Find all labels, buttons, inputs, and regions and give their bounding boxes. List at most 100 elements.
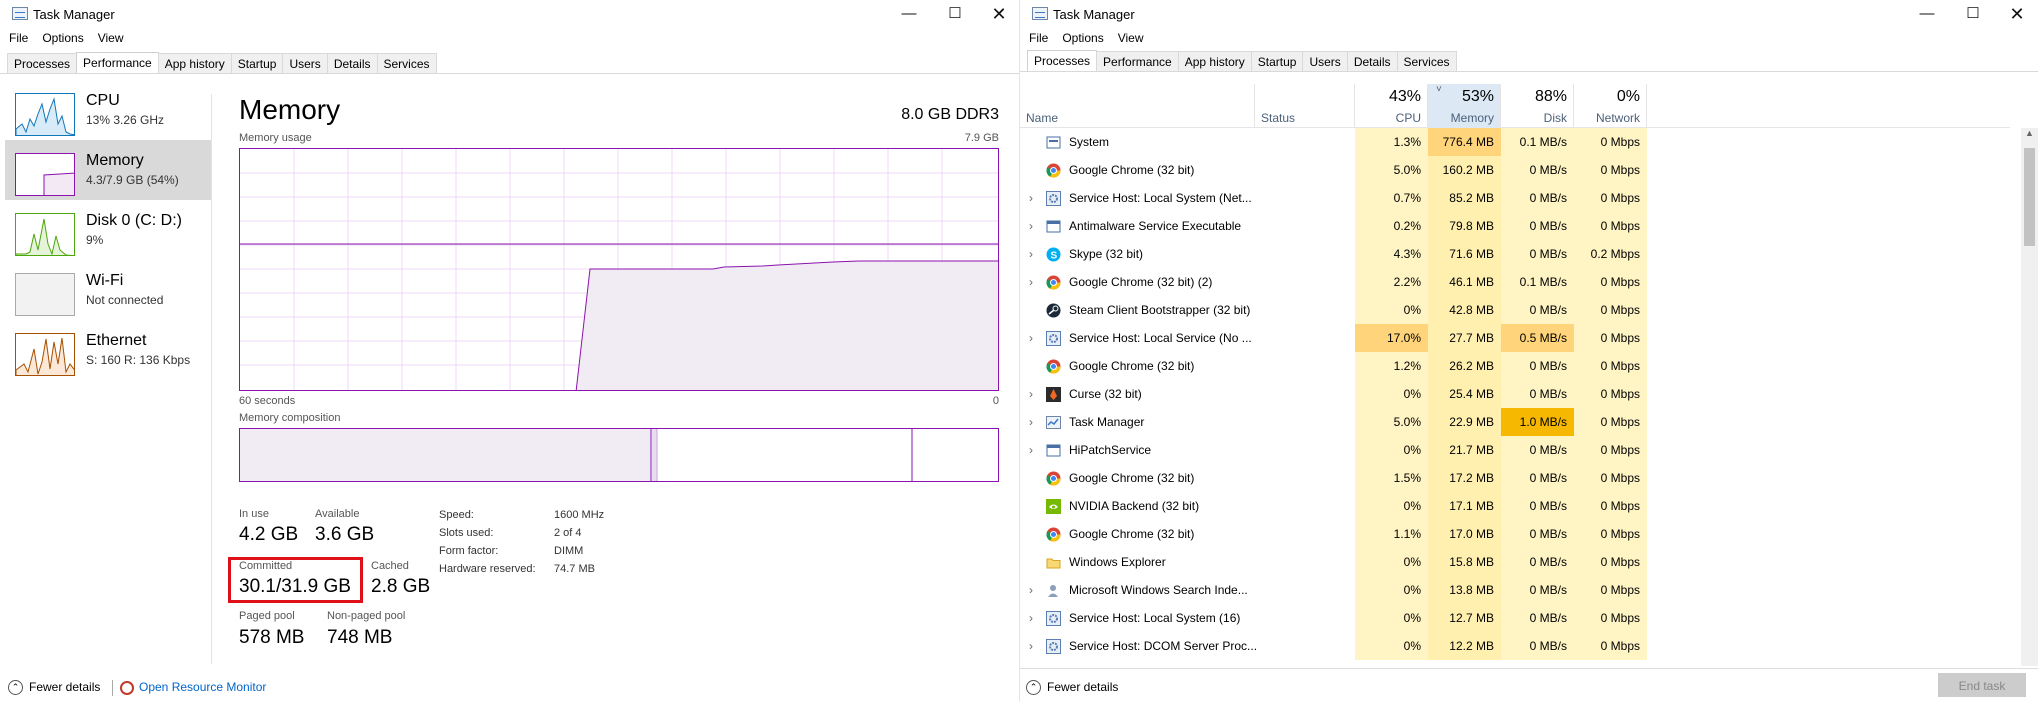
expand-chevron-icon[interactable]: › bbox=[1029, 240, 1033, 268]
process-memory: 160.2 MB bbox=[1428, 156, 1501, 184]
window-title: Task Manager bbox=[33, 7, 115, 22]
table-row[interactable]: Steam Client Bootstrapper (32 bit) 0% 42.8… bbox=[1020, 296, 2010, 324]
sidebar-item-memory[interactable]: Memory 4.3/7.9 GB (54%) bbox=[5, 140, 211, 200]
menu-view[interactable]: View bbox=[91, 28, 131, 45]
menu-file[interactable]: File bbox=[1020, 28, 1055, 45]
process-cpu: 5.0% bbox=[1355, 408, 1428, 436]
taskmgr-icon bbox=[1046, 415, 1061, 430]
column-network[interactable]: 0% Network bbox=[1574, 84, 1647, 128]
open-resource-monitor-link[interactable]: Open Resource Monitor bbox=[120, 680, 266, 695]
title-bar[interactable]: Task Manager — ☐ ✕ bbox=[0, 0, 1019, 28]
expand-chevron-icon[interactable]: › bbox=[1029, 184, 1033, 212]
chrome-icon bbox=[1046, 163, 1061, 178]
end-task-button[interactable]: End task bbox=[1938, 673, 2026, 697]
tab-users[interactable]: Users bbox=[282, 53, 328, 73]
tab-services[interactable]: Services bbox=[1396, 51, 1457, 71]
table-row[interactable]: Google Chrome (32 bit) 1.1% 17.0 MB 0 MB/s 0… bbox=[1020, 520, 2010, 548]
table-row[interactable]: Windows Explorer 0% 15.8 MB 0 MB/s 0 Mbps bbox=[1020, 548, 2010, 576]
menu-view[interactable]: View bbox=[1111, 28, 1151, 45]
tab-processes[interactable]: Processes bbox=[1027, 50, 1098, 71]
sidebar-item-ethernet[interactable]: Ethernet S: 160 R: 136 Kbps bbox=[5, 320, 211, 380]
process-memory: 46.1 MB bbox=[1428, 268, 1501, 296]
vertical-scrollbar[interactable]: ▲ bbox=[2021, 128, 2038, 666]
tab-app-history[interactable]: App history bbox=[1177, 51, 1252, 71]
column-cpu[interactable]: 43% CPU bbox=[1355, 84, 1428, 128]
tab-processes[interactable]: Processes bbox=[7, 53, 78, 73]
process-disk: 0 MB/s bbox=[1501, 296, 1574, 324]
footer: ⌃ Fewer details Open Resource Monitor bbox=[0, 668, 1019, 702]
tab-app-history[interactable]: App history bbox=[157, 53, 232, 73]
column-status[interactable]: Status bbox=[1255, 84, 1355, 128]
cached-value: 2.8 GB bbox=[371, 576, 431, 597]
expand-chevron-icon[interactable]: › bbox=[1029, 380, 1033, 408]
title-bar[interactable]: Task Manager — ☐ ✕ bbox=[1020, 0, 2038, 28]
table-row[interactable]: Google Chrome (32 bit) 5.0% 160.2 MB 0 MB/s… bbox=[1020, 156, 2010, 184]
menu-options[interactable]: Options bbox=[35, 28, 90, 45]
process-cpu: 0.7% bbox=[1355, 184, 1428, 212]
window-icon bbox=[1046, 219, 1061, 234]
tab-startup[interactable]: Startup bbox=[1250, 51, 1304, 71]
fewer-details-button[interactable]: ⌃ Fewer details bbox=[1026, 680, 1118, 696]
table-row[interactable]: › Task Manager 5.0% 22.9 MB 1.0 MB/s 0 Mbps bbox=[1020, 408, 2010, 436]
expand-chevron-icon[interactable]: › bbox=[1029, 212, 1033, 240]
curse-icon bbox=[1046, 387, 1061, 402]
tab-details[interactable]: Details bbox=[1346, 51, 1398, 71]
fewer-details-button[interactable]: ⌃ Fewer details bbox=[8, 680, 100, 696]
table-row[interactable]: System 1.3% 776.4 MB 0.1 MB/s 0 Mbps bbox=[1020, 128, 2010, 156]
menu-file[interactable]: File bbox=[0, 28, 35, 45]
column-memory[interactable]: ˅ 53% Memory bbox=[1428, 84, 1501, 128]
expand-chevron-icon[interactable]: › bbox=[1029, 436, 1033, 464]
sidebar-item-wifi[interactable]: Wi-Fi Not connected bbox=[5, 260, 211, 320]
scroll-up-icon[interactable]: ▲ bbox=[2025, 128, 2034, 138]
resource-monitor-icon bbox=[120, 680, 134, 695]
column-disk[interactable]: 88% Disk bbox=[1501, 84, 1574, 128]
process-memory: 17.2 MB bbox=[1428, 464, 1501, 492]
minimize-button[interactable]: — bbox=[1904, 0, 1950, 28]
table-row[interactable]: NVIDIA Backend (32 bit) 0% 17.1 MB 0 MB/s 0 … bbox=[1020, 492, 2010, 520]
menu-options[interactable]: Options bbox=[1055, 28, 1110, 45]
close-button[interactable]: ✕ bbox=[1994, 0, 2038, 28]
process-memory: 15.8 MB bbox=[1428, 548, 1501, 576]
table-row[interactable]: › HiPatchService 0% 21.7 MB 0 MB/s 0 Mbps bbox=[1020, 436, 2010, 464]
expand-chevron-icon[interactable]: › bbox=[1029, 632, 1033, 660]
table-row[interactable]: Google Chrome (32 bit) 1.5% 17.2 MB 0 MB/s 0… bbox=[1020, 464, 2010, 492]
process-name: System bbox=[1069, 135, 1110, 149]
maximize-button[interactable]: ☐ bbox=[932, 0, 978, 28]
process-disk: 0.1 MB/s bbox=[1501, 128, 1574, 156]
expand-chevron-icon[interactable]: › bbox=[1029, 576, 1033, 604]
expand-chevron-icon[interactable]: › bbox=[1029, 268, 1033, 296]
table-row[interactable]: › Google Chrome (32 bit) (2) 2.2% 46.1 MB 0.… bbox=[1020, 268, 2010, 296]
process-name: Skype (32 bit) bbox=[1069, 247, 1144, 261]
tab-users[interactable]: Users bbox=[1302, 51, 1348, 71]
process-memory: 25.4 MB bbox=[1428, 380, 1501, 408]
tab-strip: Processes Performance App history Startup Us… bbox=[1027, 50, 1457, 71]
column-name[interactable]: Name bbox=[1020, 84, 1255, 128]
maximize-button[interactable]: ☐ bbox=[1950, 0, 1996, 28]
process-memory: 79.8 MB bbox=[1428, 212, 1501, 240]
table-row[interactable]: › Service Host: Local System (Net... 0.7% 8… bbox=[1020, 184, 2010, 212]
expand-chevron-icon[interactable]: › bbox=[1029, 408, 1033, 436]
expand-chevron-icon[interactable]: › bbox=[1029, 324, 1033, 352]
table-row[interactable]: › Service Host: DCOM Server Proc... 0% 12.2… bbox=[1020, 632, 2010, 660]
table-row[interactable]: › Service Host: Local System (16) 0% 12.7 M… bbox=[1020, 604, 2010, 632]
table-row[interactable]: › S Skype (32 bit) 4.3% 71.6 MB 0 MB/s 0.2 Mbp… bbox=[1020, 240, 2010, 268]
sidebar-item-cpu[interactable]: CPU 13% 3.26 GHz bbox=[5, 80, 211, 140]
tab-performance[interactable]: Performance bbox=[1096, 51, 1179, 71]
table-row[interactable]: › Antimalware Service Executable 0.2% 79.8 … bbox=[1020, 212, 2010, 240]
tab-details[interactable]: Details bbox=[326, 53, 378, 73]
tab-performance[interactable]: Performance bbox=[76, 52, 159, 73]
process-disk: 0 MB/s bbox=[1501, 156, 1574, 184]
scrollbar-thumb[interactable] bbox=[2024, 148, 2035, 246]
table-row[interactable]: › Microsoft Windows Search Inde... 0% 13.8 … bbox=[1020, 576, 2010, 604]
minimize-button[interactable]: — bbox=[886, 0, 932, 28]
process-network: 0 Mbps bbox=[1574, 408, 1647, 436]
sidebar-item-disk[interactable]: Disk 0 (C: D:) 9% bbox=[5, 200, 211, 260]
close-button[interactable]: ✕ bbox=[976, 0, 1019, 28]
tab-startup[interactable]: Startup bbox=[230, 53, 284, 73]
table-row[interactable]: › Curse (32 bit) 0% 25.4 MB 0 MB/s 0 Mbps bbox=[1020, 380, 2010, 408]
tab-services[interactable]: Services bbox=[376, 53, 437, 73]
expand-chevron-icon[interactable]: › bbox=[1029, 604, 1033, 632]
table-row[interactable]: Google Chrome (32 bit) 1.2% 26.2 MB 0 MB/s 0… bbox=[1020, 352, 2010, 380]
table-row[interactable]: › Service Host: Local Service (No ... 17.0… bbox=[1020, 324, 2010, 352]
hw-reserved-label: Hardware reserved: bbox=[439, 563, 536, 575]
